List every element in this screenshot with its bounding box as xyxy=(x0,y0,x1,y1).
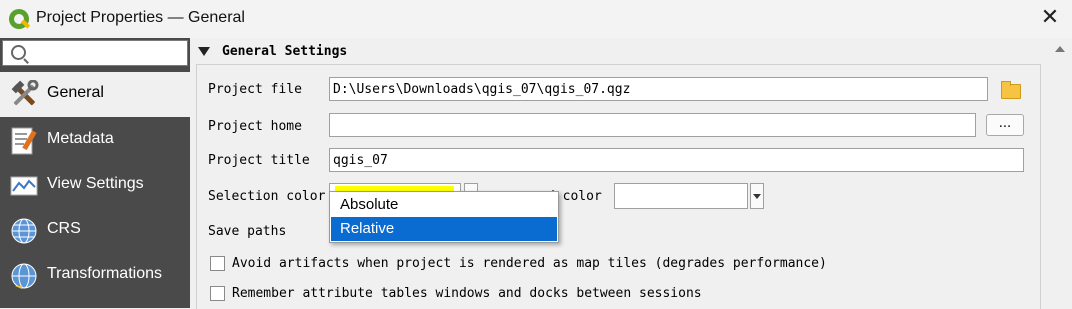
main-panel: General Settings Project file D:\Users\D… xyxy=(190,38,1072,309)
sidebar-item-metadata[interactable]: Metadata xyxy=(0,118,190,163)
project-title-field[interactable]: qgis_07 xyxy=(329,148,1024,172)
close-icon[interactable]: ✕ xyxy=(1040,7,1060,29)
map-view-icon xyxy=(10,176,38,196)
sidebar-item-transformations[interactable]: Transformations xyxy=(0,253,190,298)
sidebar-item-crs[interactable]: CRS xyxy=(0,208,190,253)
hammer-wrench-icon xyxy=(11,80,39,106)
background-color-button[interactable] xyxy=(614,183,748,209)
browse-button[interactable]: ... xyxy=(986,114,1024,136)
project-title-label: Project title xyxy=(208,153,310,168)
project-home-field[interactable] xyxy=(329,113,976,137)
sidebar-item-label: View Settings xyxy=(47,175,144,192)
avoid-artifacts-label: Avoid artifacts when project is rendered… xyxy=(232,256,827,271)
document-edit-icon xyxy=(11,127,37,155)
avoid-artifacts-checkbox[interactable] xyxy=(210,256,225,271)
project-home-label: Project home xyxy=(208,119,302,134)
window-title: Project Properties — General xyxy=(36,9,245,26)
qgis-logo-icon xyxy=(9,9,29,29)
remember-tables-checkbox[interactable] xyxy=(210,286,225,301)
save-paths-label: Save paths xyxy=(208,224,287,239)
option-absolute[interactable]: Absolute xyxy=(331,193,557,217)
sidebar-item-label: Transformations xyxy=(47,265,162,282)
collapse-triangle-icon[interactable] xyxy=(198,47,210,56)
save-paths-dropdown-list[interactable]: Absolute Relative xyxy=(329,191,559,243)
selection-color-label: Selection color xyxy=(208,189,326,204)
sidebar-item-label: Metadata xyxy=(47,130,114,147)
globe-transform-icon xyxy=(11,263,37,289)
globe-icon xyxy=(11,218,37,244)
option-relative[interactable]: Relative xyxy=(331,217,557,241)
sidebar-item-view-settings[interactable]: View Settings xyxy=(0,163,190,208)
sidebar-item-general[interactable]: General xyxy=(0,72,190,117)
project-file-label: Project file xyxy=(208,82,302,97)
title-bar: Project Properties — General ✕ xyxy=(0,0,1072,39)
search-input[interactable] xyxy=(2,40,188,66)
folder-icon[interactable] xyxy=(1001,81,1021,99)
project-file-field[interactable]: D:\Users\Downloads\qgis_07\qgis_07.qgz xyxy=(329,77,988,101)
sidebar: General Metadata View Settings CRS Trans… xyxy=(0,38,190,308)
sidebar-item-label: CRS xyxy=(47,220,81,237)
section-title: General Settings xyxy=(222,44,348,59)
search-icon xyxy=(11,45,26,60)
sidebar-item-label: General xyxy=(47,84,104,101)
remember-tables-label: Remember attribute tables windows and do… xyxy=(232,286,702,301)
scroll-up-arrow-icon[interactable] xyxy=(1055,46,1065,52)
vertical-scrollbar[interactable] xyxy=(1050,38,1072,308)
background-color-dropdown[interactable] xyxy=(750,183,764,209)
